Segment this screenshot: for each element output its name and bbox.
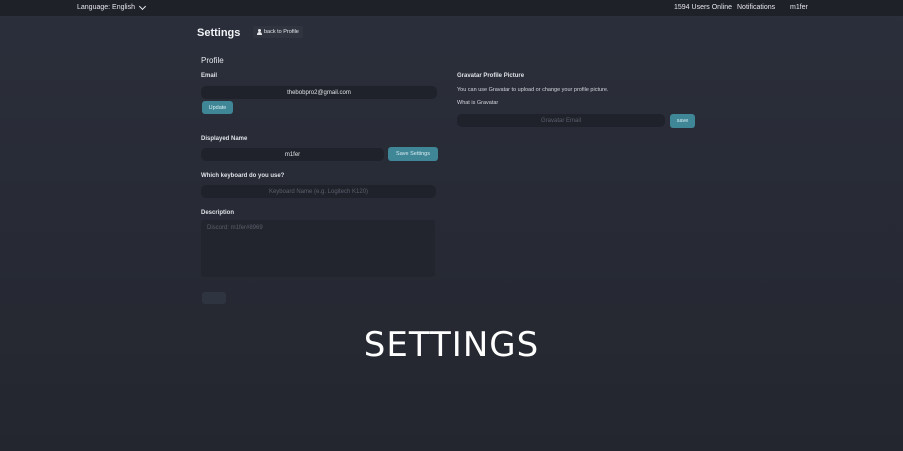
page-title: Settings xyxy=(197,27,241,39)
language-label: Language: English xyxy=(77,4,135,11)
gravatar-title: Gravatar Profile Picture xyxy=(457,73,525,79)
user-menu[interactable]: m1fer xyxy=(790,4,808,11)
keyboard-input[interactable]: Keyboard Name (e.g. Logitech K120) xyxy=(201,185,436,198)
chevron-down-icon xyxy=(138,2,147,11)
back-to-profile-button[interactable]: back to Profile xyxy=(253,26,303,38)
settings-overlay-caption: SETTINGS xyxy=(363,325,540,365)
users-online-count: 1594 Users Online xyxy=(674,4,732,11)
description-placeholder: Discord: m1fer#8969 xyxy=(207,225,263,231)
save-description-button[interactable] xyxy=(202,292,226,304)
update-email-button[interactable]: Update xyxy=(202,101,233,114)
top-bar: Language: English 1594 Users Online Noti… xyxy=(0,0,903,16)
profile-section-title: Profile xyxy=(201,56,224,65)
what-is-gravatar-link[interactable]: What is Gravatar xyxy=(457,100,498,106)
email-label: Email xyxy=(201,73,218,79)
displayed-name-field[interactable]: m1fer xyxy=(201,148,384,161)
notifications-link[interactable]: Notifications xyxy=(737,4,775,11)
description-textarea[interactable]: Discord: m1fer#8969 xyxy=(201,220,435,277)
description-label: Description xyxy=(201,210,235,216)
save-settings-button[interactable]: Save Settings xyxy=(388,147,438,161)
language-selector[interactable]: Language: English xyxy=(77,2,147,11)
user-icon xyxy=(257,29,262,35)
keyboard-label: Which keyboard do you use? xyxy=(201,173,285,179)
email-field[interactable]: thebobpro2@gmail.com xyxy=(201,86,437,99)
gravatar-email-input[interactable]: Gravatar Email xyxy=(457,114,665,127)
gravatar-save-button[interactable]: save xyxy=(670,114,695,128)
back-to-profile-label: back to Profile xyxy=(264,29,299,35)
gravatar-subtitle: You can use Gravatar to upload or change… xyxy=(457,87,609,93)
displayed-name-label: Displayed Name xyxy=(201,136,248,142)
